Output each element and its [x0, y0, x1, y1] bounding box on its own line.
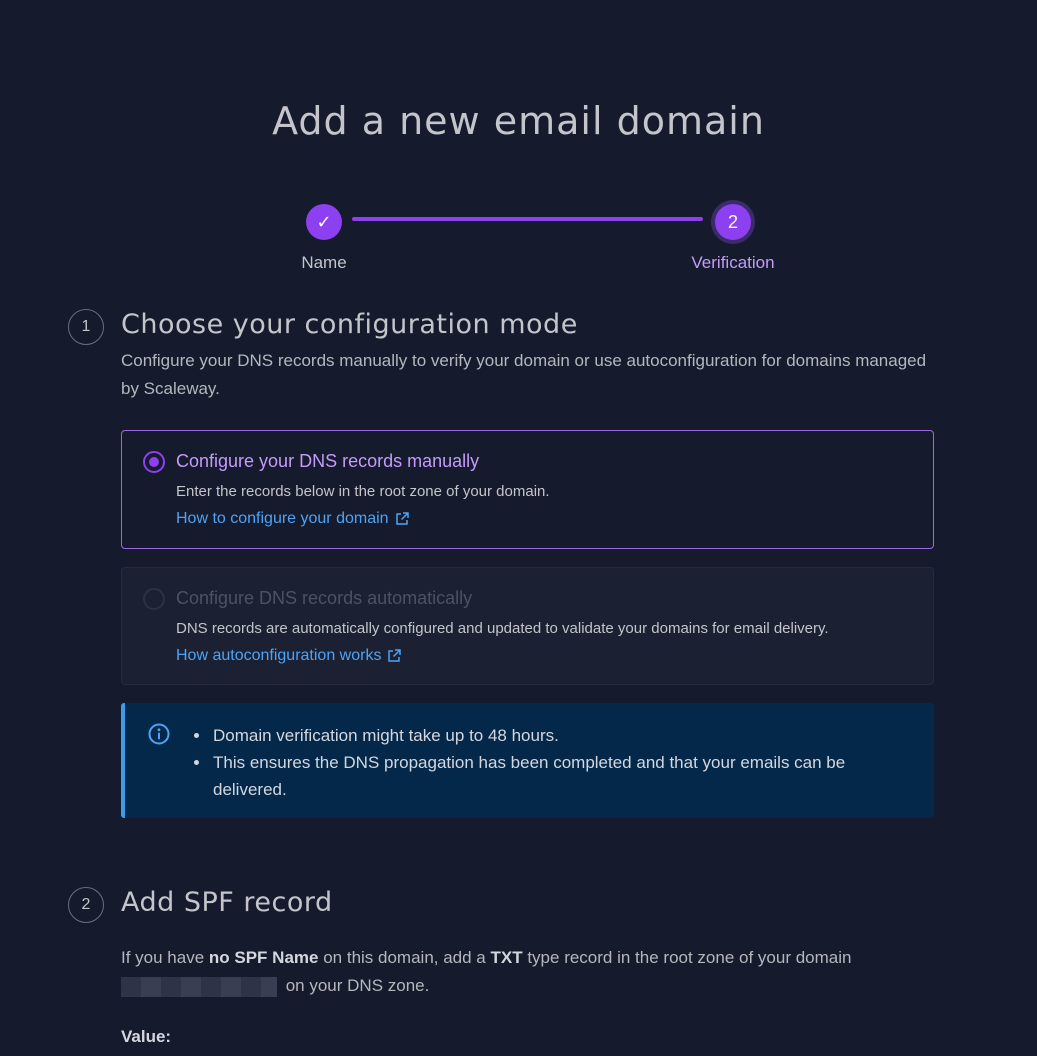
- how-autoconfiguration-works-link-text: How autoconfiguration works: [176, 647, 382, 664]
- how-to-configure-domain-link-text: How to configure your domain: [176, 510, 389, 527]
- spf-desc-bold: no SPF Name: [208, 948, 319, 967]
- external-link-icon: [388, 649, 402, 662]
- external-link-icon: [395, 512, 409, 525]
- info-alert: Domain verification might take up to 48 …: [121, 703, 934, 818]
- option-manual-dns-title: Configure your DNS records manually: [176, 451, 480, 471]
- page-title: Add a new email domain: [272, 99, 765, 144]
- step-verification-label: Verification: [691, 253, 775, 272]
- spf-desc-text: on your DNS zone.: [281, 976, 430, 995]
- option-auto-dns-description: DNS records are automatically configured…: [176, 620, 829, 637]
- stepper-progress-line: [352, 217, 703, 221]
- redacted-domain: [121, 976, 277, 997]
- spf-desc-text: type record in the root zone of your dom…: [522, 948, 852, 967]
- radio-auto-dns: [143, 588, 165, 610]
- how-autoconfiguration-works-link[interactable]: How autoconfiguration works: [176, 647, 402, 665]
- spf-description: If you have no SPF Name on this domain, …: [121, 944, 961, 1000]
- step-name-label: Name: [301, 253, 347, 272]
- info-item: Domain verification might take up to 48 …: [211, 722, 911, 749]
- spf-desc-text: on this domain, add a: [318, 948, 491, 967]
- section-1-number: 1: [68, 309, 104, 345]
- info-list: Domain verification might take up to 48 …: [191, 722, 911, 803]
- how-to-configure-domain-link[interactable]: How to configure your domain: [176, 510, 409, 528]
- spf-desc-bold: TXT: [490, 948, 523, 967]
- section-2-title: Add SPF record: [121, 887, 333, 918]
- info-item: This ensures the DNS propagation has bee…: [211, 749, 911, 803]
- spf-desc-text: If you have: [121, 948, 209, 967]
- option-manual-dns-description: Enter the records below in the root zone…: [176, 483, 550, 500]
- radio-manual-dns[interactable]: [143, 451, 165, 473]
- section-1-description: Configure your DNS records manually to v…: [121, 351, 927, 398]
- info-icon: [148, 723, 170, 745]
- step-name-check-icon: ✓: [306, 204, 342, 240]
- step-verification-number: 2: [715, 204, 751, 240]
- option-manual-dns-card[interactable]: Configure your DNS records manually Ente…: [121, 430, 934, 549]
- section-2-number: 2: [68, 887, 104, 923]
- option-auto-dns-title: Configure DNS records automatically: [176, 588, 473, 608]
- option-auto-dns-card: Configure DNS records automatically DNS …: [121, 567, 934, 685]
- spf-value-label: Value:: [121, 1027, 172, 1046]
- section-1-title: Choose your configuration mode: [121, 309, 578, 340]
